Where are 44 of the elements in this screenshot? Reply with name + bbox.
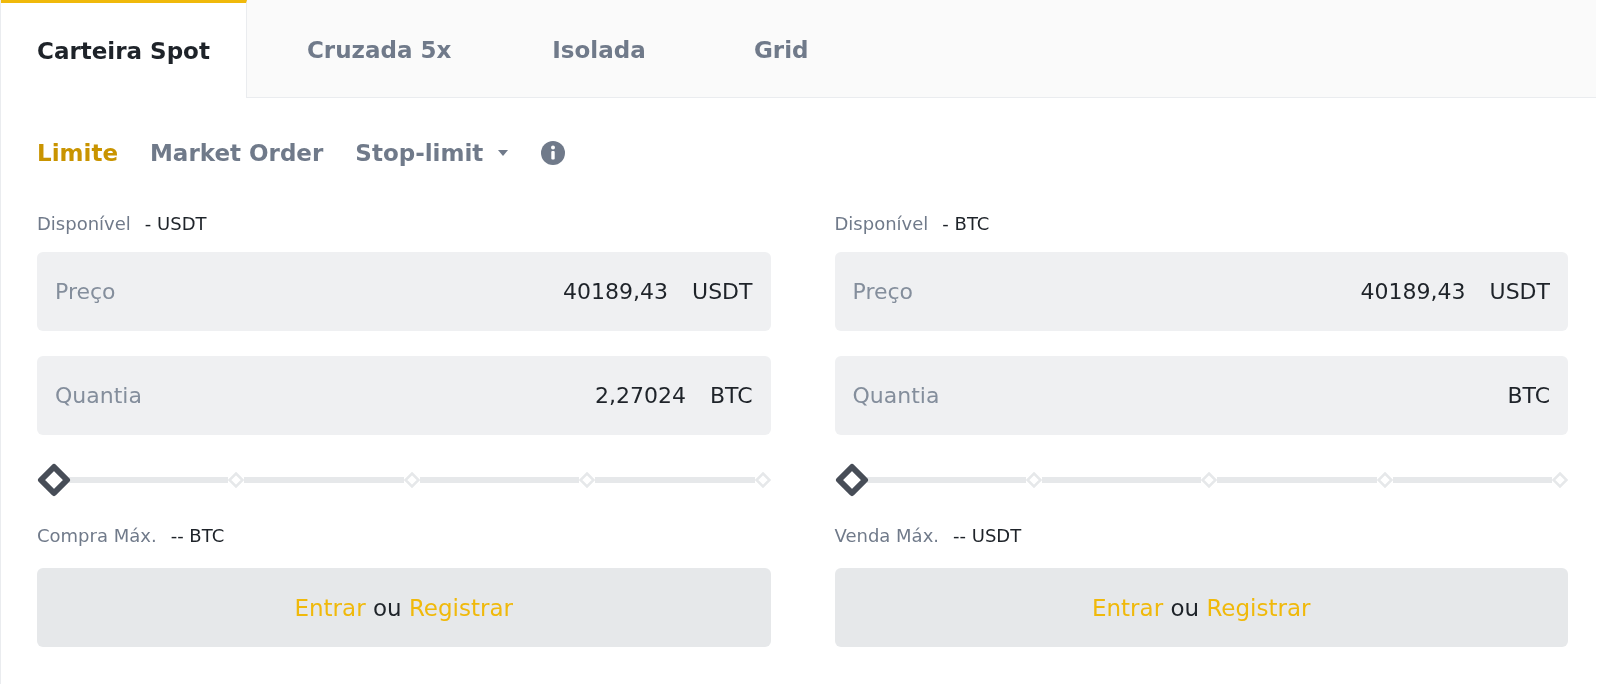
login-prompt: Entrar ou Registrar [1092,594,1311,621]
slider-tick[interactable] [1376,472,1393,488]
order-type-tab[interactable]: Limite [37,140,118,166]
info-icon[interactable] [541,141,566,165]
unit-label: USDT [1489,279,1550,304]
unit-label: BTC [1507,383,1550,408]
amount-field[interactable]: Quantia 2,27024 BTC [37,356,771,435]
price-input[interactable]: 40189,43 [115,279,669,304]
slider-tick[interactable] [1201,472,1218,488]
max-label: Venda Máx. [834,524,939,546]
price-field[interactable]: Preço 40189,43 USDT [37,252,771,331]
max-label: Compra Máx. [37,524,157,546]
slider-tick[interactable] [228,472,245,488]
slider-tick[interactable] [754,472,771,488]
available-value: - USDT [144,212,207,234]
available-value: - BTC [942,212,990,234]
wallet-tab[interactable]: Cruzada 5x [266,0,493,97]
max-value: -- USDT [953,524,1022,546]
amount-field[interactable]: Quantia BTC [834,356,1568,435]
field-label: Preço [852,279,914,304]
slider-thumb[interactable] [834,463,869,497]
price-input[interactable]: 40189,43 [913,279,1466,304]
max-value: -- BTC [170,524,225,546]
unit-label: USDT [692,279,753,304]
wallet-tab[interactable]: Carteira Spot [1,0,247,98]
order-type-tab[interactable]: Stop-limit [355,140,510,166]
slider-tick[interactable] [403,472,420,488]
amount-input[interactable]: 2,27024 [141,383,686,408]
login-prompt: Entrar ou Registrar [294,594,513,621]
price-field[interactable]: Preço 40189,43 USDT [834,252,1568,331]
slider-tick[interactable] [579,472,596,488]
field-label: Quantia [852,383,940,408]
available-label: Disponível [834,212,929,234]
unit-label: BTC [709,383,753,408]
available-label: Disponível [37,212,131,234]
field-label: Quantia [55,383,142,408]
field-label: Preço [55,279,116,304]
caret-icon [497,149,510,157]
slider-thumb[interactable] [37,463,71,497]
slider-tick[interactable] [1552,472,1568,488]
wallet-tab[interactable]: Isolada [512,0,687,97]
order-type-tab[interactable]: Market Order [150,140,324,166]
slider-tick[interactable] [1025,472,1042,488]
wallet-tab[interactable]: Grid [706,0,857,97]
